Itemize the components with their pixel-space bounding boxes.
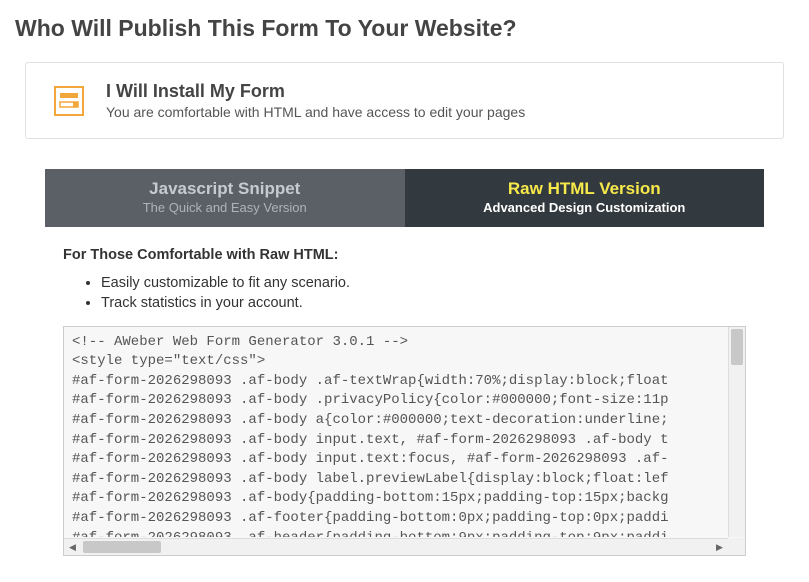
scrollbar-thumb[interactable] (731, 329, 743, 365)
tab-javascript-snippet[interactable]: Javascript Snippet The Quick and Easy Ve… (45, 169, 405, 227)
code-container: ◀ ▶ (63, 326, 746, 556)
tab-title: Javascript Snippet (55, 179, 395, 199)
scroll-left-icon[interactable]: ◀ (64, 539, 81, 556)
horizontal-scrollbar[interactable]: ◀ ▶ (64, 538, 728, 555)
tab-subtitle: Advanced Design Customization (415, 200, 755, 215)
vertical-scrollbar[interactable] (728, 327, 745, 537)
list-item: Track statistics in your account. (101, 293, 746, 313)
scroll-right-icon[interactable]: ▶ (711, 539, 728, 556)
benefits-list: Easily customizable to fit any scenario.… (101, 273, 746, 314)
page-title: Who Will Publish This Form To Your Websi… (15, 15, 794, 42)
card-subtitle: You are comfortable with HTML and have a… (106, 104, 525, 120)
install-option-card[interactable]: I Will Install My Form You are comfortab… (25, 62, 784, 139)
card-title: I Will Install My Form (106, 81, 525, 102)
tab-subtitle: The Quick and Easy Version (55, 200, 395, 215)
scrollbar-corner (728, 538, 745, 555)
content-heading: For Those Comfortable with Raw HTML: (63, 247, 746, 263)
tab-title: Raw HTML Version (415, 179, 755, 199)
list-item: Easily customizable to fit any scenario. (101, 273, 746, 293)
tabs: Javascript Snippet The Quick and Easy Ve… (45, 169, 764, 227)
scrollbar-thumb[interactable] (83, 541, 161, 553)
html-code-textarea[interactable] (64, 327, 745, 537)
tab-raw-html-version[interactable]: Raw HTML Version Advanced Design Customi… (405, 169, 765, 227)
form-icon (50, 82, 88, 120)
